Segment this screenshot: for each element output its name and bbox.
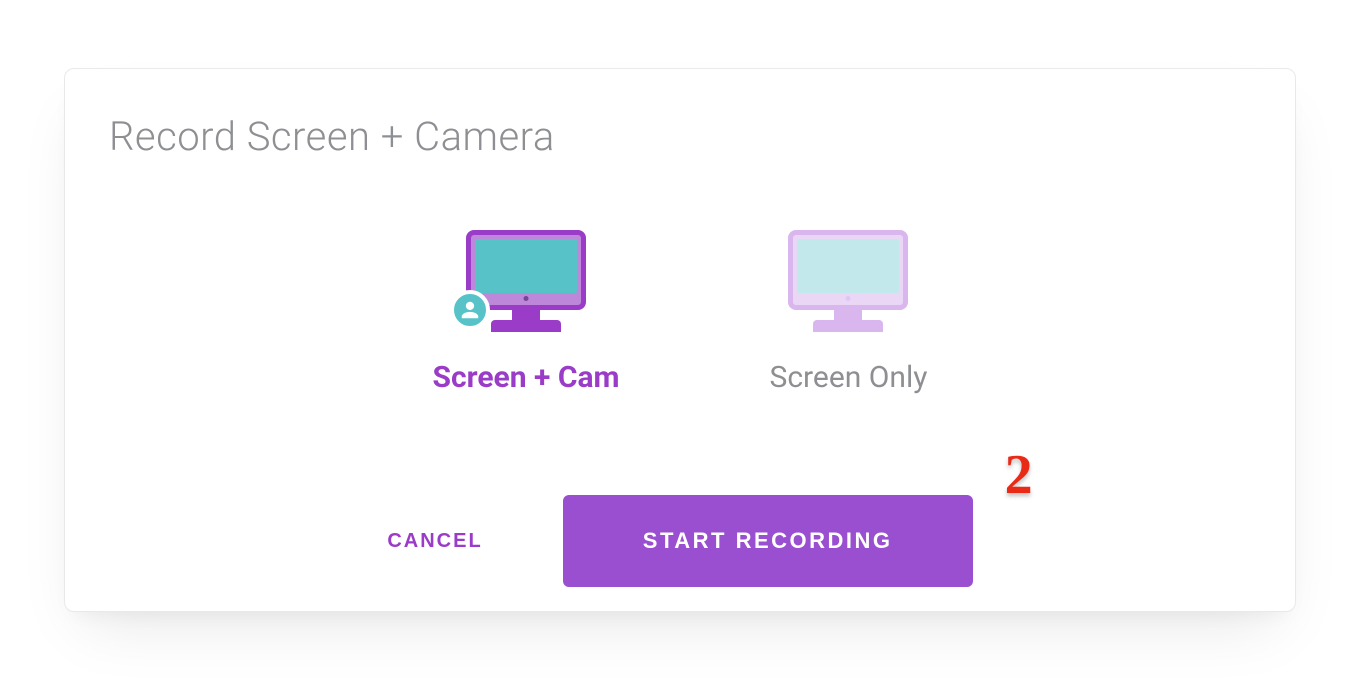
option-screen-cam-label: Screen + Cam <box>433 360 620 395</box>
record-dialog: Record Screen + Camera Screen + Cam <box>64 68 1296 612</box>
monitor-icon <box>788 230 908 342</box>
dialog-actions: CANCEL START RECORDING 2 <box>109 495 1251 587</box>
option-screen-only-label: Screen Only <box>770 360 928 395</box>
option-screen-only[interactable]: Screen Only <box>770 230 928 395</box>
monitor-cam-icon <box>466 230 586 342</box>
recording-mode-options: Screen + Cam Screen Only <box>109 230 1251 395</box>
start-recording-button[interactable]: START RECORDING <box>563 495 973 587</box>
option-screen-cam[interactable]: Screen + Cam <box>433 230 620 395</box>
step-annotation: 2 <box>1005 443 1033 507</box>
cancel-button[interactable]: CANCEL <box>387 530 482 553</box>
person-icon <box>450 290 490 330</box>
dialog-title: Record Screen + Camera <box>109 113 1251 160</box>
